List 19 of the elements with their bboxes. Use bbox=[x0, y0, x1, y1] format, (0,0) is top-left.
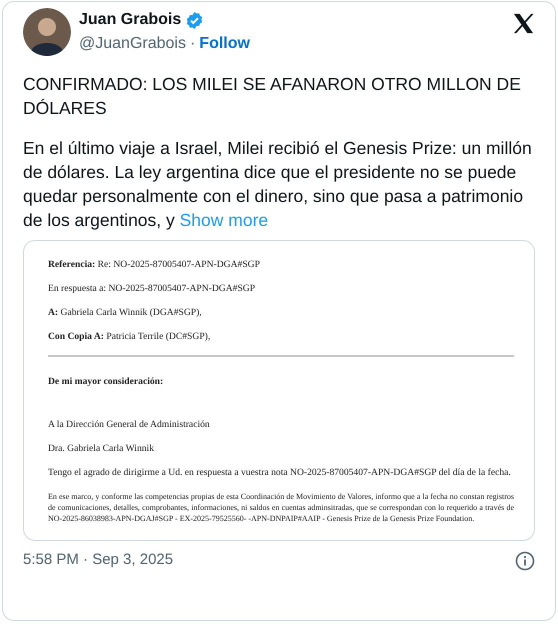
document-heading: De mi mayor consideración: bbox=[48, 375, 164, 389]
document-paragraph: En ese marco, y conforme las competencias propias de esta Coordinación de Movimiento de Valores, informo que a la fecha no constan registros de comunicaciones, detalles, comprobantes, informaciones, ni saldos en cuentas adminsitradas, que se correspondan con lo requerido a través de NO-2025-86038983-APN-DGAJ#SGP - EX-2025-79525560- -APN-DNPAIP#AAIP - Genesis Prize de la Genesis Prize Foundation. bbox=[48, 491, 514, 524]
document-line: Con Copia A: Patricia Terrile (DC#SGP), bbox=[48, 331, 212, 343]
x-logo-icon[interactable] bbox=[512, 12, 535, 35]
info-icon[interactable] bbox=[515, 550, 535, 571]
document-line: Tengo el agrado de dirigirme a Ud. en respuesta a vuestra nota NO-2025-87005407-APN-DGA#SGP del día de la fecha. bbox=[48, 467, 512, 480]
tweet-text: En el último viaje a Israel, Milei recibió el Genesis Prize: un millón de dólares. La ley argentina dice que el presidente no se puede quedar personalmente con el dinero, sino que pasa a patrimonio de los argentinos, y Show more bbox=[23, 137, 533, 232]
document-line: A: Gabriela Carla Winnik (DGA#SGP), bbox=[48, 307, 203, 319]
avatar bbox=[23, 8, 71, 56]
document-line: Dra. Gabriela Carla Winnik bbox=[48, 443, 155, 456]
document-line: Referencia: Re: NO-2025-87005407-APN-DGA#SGP bbox=[48, 259, 261, 271]
timestamp[interactable]: 5:58 PM · Sep 3, 2025 bbox=[23, 549, 174, 572]
follow-link[interactable]: Follow bbox=[199, 32, 250, 56]
document-line: A la Dirección General de Administración bbox=[48, 419, 211, 432]
separator-dot: · bbox=[190, 34, 196, 54]
document-line: En respuesta a: NO-2025-87005407-APN-DGA#SGP bbox=[48, 283, 256, 295]
author-name[interactable]: Juan Grabois bbox=[79, 8, 182, 32]
handle: @JuanGrabois bbox=[79, 34, 186, 54]
tweet-headline: CONFIRMADO: LOS MILEI SE AFANARON OTRO MILLON DE DÓLARES bbox=[23, 73, 522, 120]
